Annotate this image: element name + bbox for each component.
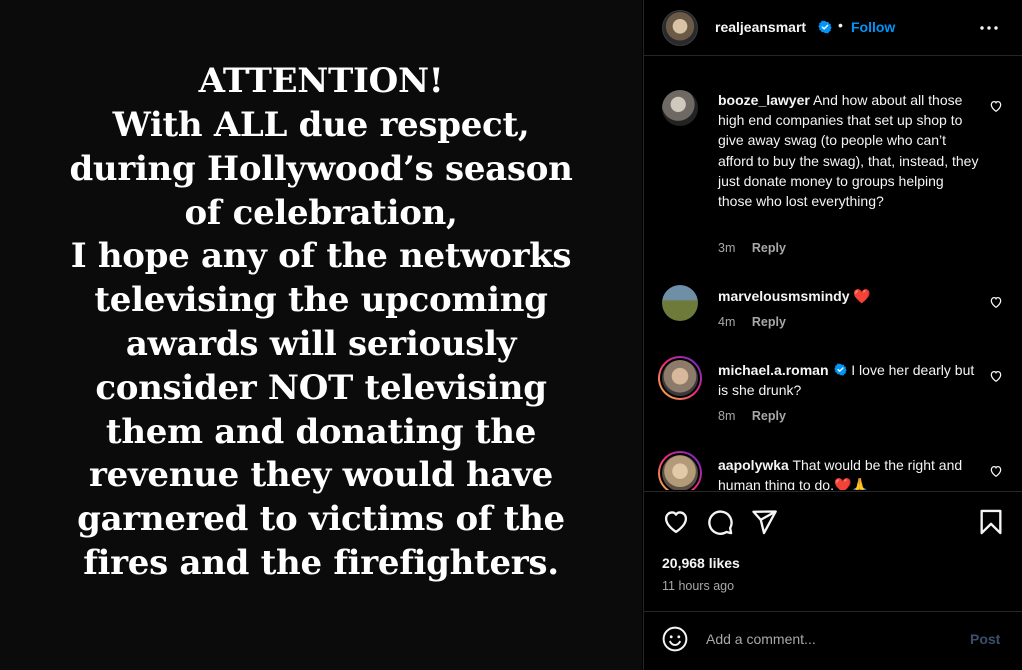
like-comment-heart-icon[interactable] (989, 369, 1003, 383)
post-image-text: ATTENTION! With ALL due respect, during … (6, 60, 636, 586)
comment-meta: 3m Reply (718, 241, 786, 255)
post-text-line: awards will seriously (125, 324, 517, 364)
reply-button[interactable]: Reply (752, 409, 786, 423)
comment-body: marvelousmsmindy ❤️ (718, 286, 980, 306)
post-text-line: fires and the firefighters. (83, 542, 559, 583)
commenter-username[interactable]: booze_lawyer (718, 92, 810, 108)
post-timestamp[interactable]: 11 hours ago (662, 579, 734, 593)
follow-button[interactable]: Follow (851, 19, 895, 35)
save-bookmark-icon[interactable] (977, 508, 1005, 536)
commenter-avatar[interactable] (662, 285, 698, 321)
post-text-line: during Hollywood’s season (69, 148, 573, 189)
post-image: ATTENTION! With ALL due respect, during … (0, 0, 642, 670)
header-separator: • (838, 17, 843, 33)
post-text-line: them and donating the (105, 411, 537, 452)
commenter-avatar[interactable] (658, 451, 702, 490)
author-avatar[interactable] (662, 10, 698, 46)
post-text-line: revenue they would have (89, 455, 553, 496)
reply-button[interactable]: Reply (752, 315, 786, 329)
comment-body: aapolywka That would be the right and hu… (718, 455, 980, 490)
like-comment-heart-icon[interactable] (989, 295, 1003, 309)
post-text-line: garnered to victims of the (77, 499, 565, 540)
post-text-line: consider NOT televising (95, 367, 547, 408)
comments-list[interactable]: booze_lawyer And how about all those hig… (644, 57, 1022, 490)
verified-badge-icon (818, 20, 832, 34)
comment-time: 8m (718, 409, 736, 423)
like-comment-heart-icon[interactable] (989, 99, 1003, 113)
comment-body: booze_lawyer And how about all those hig… (718, 90, 980, 211)
commenter-avatar[interactable] (662, 90, 698, 126)
comment-meta: 4m Reply (718, 315, 786, 329)
author-username[interactable]: realjeansmart (715, 19, 806, 35)
comment-composer: Post (644, 611, 1022, 670)
more-options-icon[interactable] (977, 16, 1001, 40)
post-actions: 20,968 likes 11 hours ago (644, 491, 1022, 611)
commenter-username[interactable]: marvelousmsmindy (718, 288, 850, 304)
verified-badge-icon (834, 363, 848, 376)
comment-time: 3m (718, 241, 736, 255)
share-send-icon[interactable] (750, 508, 778, 536)
reply-button[interactable]: Reply (752, 241, 786, 255)
comment-text: ❤️ (853, 288, 871, 304)
post-side-panel: realjeansmart • Follow booze_lawyer And … (643, 0, 1022, 670)
comment-bubble-icon[interactable] (706, 508, 734, 536)
post-header: realjeansmart • Follow (644, 0, 1022, 56)
like-heart-icon[interactable] (662, 508, 690, 536)
post-text-line: of celebration, (184, 192, 458, 233)
commenter-username[interactable]: aapolywka (718, 457, 789, 473)
like-comment-heart-icon[interactable] (989, 464, 1003, 478)
post-text-line: I hope any of the networks (70, 236, 572, 277)
emoji-smiley-icon[interactable] (662, 626, 688, 652)
post-comment-button[interactable]: Post (970, 631, 1000, 647)
likes-count[interactable]: 20,968 likes (662, 555, 740, 571)
post-text-line: With ALL due respect, (112, 105, 530, 146)
add-comment-input[interactable] (706, 629, 956, 649)
post-text-line: ATTENTION! (198, 61, 444, 102)
commenter-avatar[interactable] (658, 356, 702, 400)
comment-body: michael.a.roman I love her dearly but is… (718, 360, 980, 400)
comment-meta: 8m Reply (718, 409, 786, 423)
comment-time: 4m (718, 315, 736, 329)
commenter-username[interactable]: michael.a.roman (718, 362, 829, 378)
post-text-line: televising the upcoming (94, 280, 548, 321)
comment-text: And how about all those high end compani… (718, 92, 979, 210)
